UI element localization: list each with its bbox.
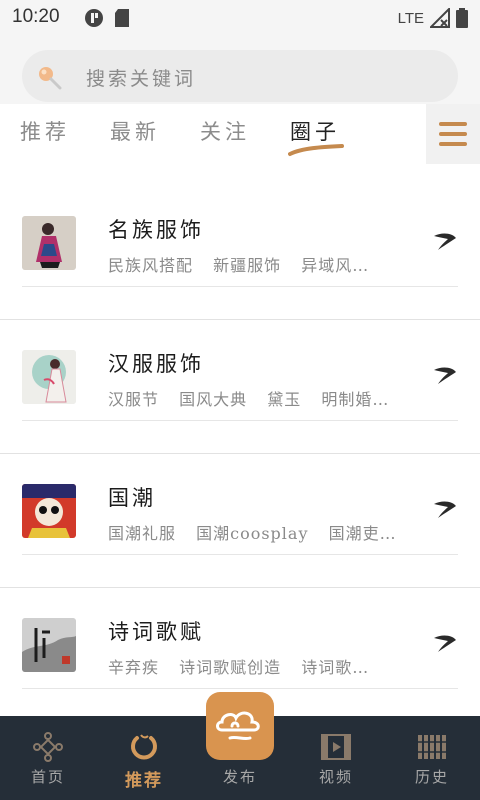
- search-placeholder: 搜索关键词: [86, 68, 197, 90]
- tab-recommend[interactable]: 推荐: [20, 116, 70, 146]
- item-tags: 国潮礼服 国潮coosplay 国潮吏…: [108, 520, 418, 544]
- hanfu-image: [22, 350, 76, 404]
- bamboo-slips-icon: [417, 735, 447, 759]
- search-input[interactable]: 搜索关键词: [22, 50, 458, 102]
- divider: [22, 554, 458, 555]
- brush-arrow-icon: [434, 233, 456, 250]
- tag: 国风大典: [179, 390, 248, 409]
- item-tags: 汉服节 国风大典 黛玉 明制婚…: [108, 386, 418, 410]
- item-title: 国潮: [108, 486, 156, 510]
- tag: 国潮礼服: [108, 524, 177, 543]
- tag: 异域风…: [301, 256, 370, 275]
- status-icons-left: [84, 8, 130, 28]
- app-notification-icon: [85, 9, 103, 27]
- tag: 民族风搭配: [108, 256, 194, 275]
- divider: [22, 688, 458, 689]
- menu-icon-line: [439, 142, 467, 146]
- tab-latest[interactable]: 最新: [110, 116, 160, 146]
- active-tab-indicator: [288, 144, 344, 156]
- tag: 辛弃疾: [108, 658, 160, 677]
- nav-label: 历史: [414, 768, 449, 786]
- signal-icon: [430, 8, 450, 28]
- item-tags: 辛弃疾 诗词歌赋创造 诗词歌…: [108, 654, 418, 678]
- poetry-image: [22, 618, 76, 672]
- status-icons-right: LTE: [398, 8, 468, 28]
- tag: 诗词歌赋创造: [179, 658, 282, 677]
- cloud-icon: [216, 711, 260, 741]
- nav-video[interactable]: 视频: [288, 716, 384, 800]
- network-type: LTE: [397, 9, 424, 27]
- tag: 黛玉: [267, 390, 302, 409]
- search-area: 搜索关键词: [0, 36, 480, 104]
- brush-arrow-icon: [434, 367, 456, 384]
- tab-following[interactable]: 关注: [200, 116, 250, 146]
- opera-mask-image: [22, 484, 76, 538]
- item-title: 汉服服饰: [108, 352, 204, 376]
- publish-button[interactable]: [206, 692, 274, 760]
- brush-arrow-icon: [434, 635, 456, 652]
- nav-label: 首页: [30, 768, 65, 786]
- status-bar: 10:20 LTE: [0, 0, 480, 36]
- status-time: 10:20: [12, 6, 60, 27]
- circle-list: 名族服饰 民族风搭配 新疆服饰 异域风… 汉服服饰 汉服节 国风大典 黛玉 明制…: [0, 186, 480, 722]
- tag: 新疆服饰: [213, 256, 282, 275]
- nav-label: 推荐: [125, 771, 163, 791]
- item-title: 诗词歌赋: [108, 620, 204, 644]
- nav-label: 视频: [318, 768, 353, 786]
- tab-circles[interactable]: 圈子: [290, 116, 340, 146]
- menu-icon-line: [439, 132, 467, 136]
- tag: 诗词歌…: [301, 658, 370, 677]
- sd-card-icon: [115, 9, 129, 27]
- item-tags: 民族风搭配 新疆服饰 异域风…: [108, 252, 418, 276]
- nav-recommend[interactable]: 推荐: [96, 716, 192, 800]
- tab-bar: 推荐 最新 关注 圈子: [0, 104, 480, 164]
- tag: 汉服节: [108, 390, 160, 409]
- menu-button[interactable]: [426, 104, 480, 164]
- item-title: 名族服饰: [108, 218, 204, 242]
- ethnic-costume-image: [22, 216, 76, 270]
- brush-arrow-icon: [434, 501, 456, 518]
- list-item[interactable]: 汉服服饰 汉服节 国风大典 黛玉 明制婚…: [0, 320, 480, 454]
- publish-label: 发布: [222, 768, 257, 786]
- divider: [22, 420, 458, 421]
- ring-icon: [131, 734, 157, 760]
- nav-home[interactable]: 首页: [0, 716, 96, 800]
- list-item[interactable]: 名族服饰 民族风搭配 新疆服饰 异域风…: [0, 186, 480, 320]
- list-item[interactable]: 国潮 国潮礼服 国潮coosplay 国潮吏…: [0, 454, 480, 588]
- tag: 国潮吏…: [328, 524, 397, 543]
- menu-icon-line: [439, 122, 467, 126]
- film-icon: [321, 734, 351, 760]
- tag: 国潮coosplay: [196, 524, 309, 543]
- nav-history[interactable]: 历史: [384, 716, 480, 800]
- knot-icon: [33, 732, 63, 762]
- divider: [22, 286, 458, 287]
- tag: 明制婚…: [321, 390, 390, 409]
- search-icon: [39, 67, 62, 90]
- battery-icon: [456, 8, 468, 28]
